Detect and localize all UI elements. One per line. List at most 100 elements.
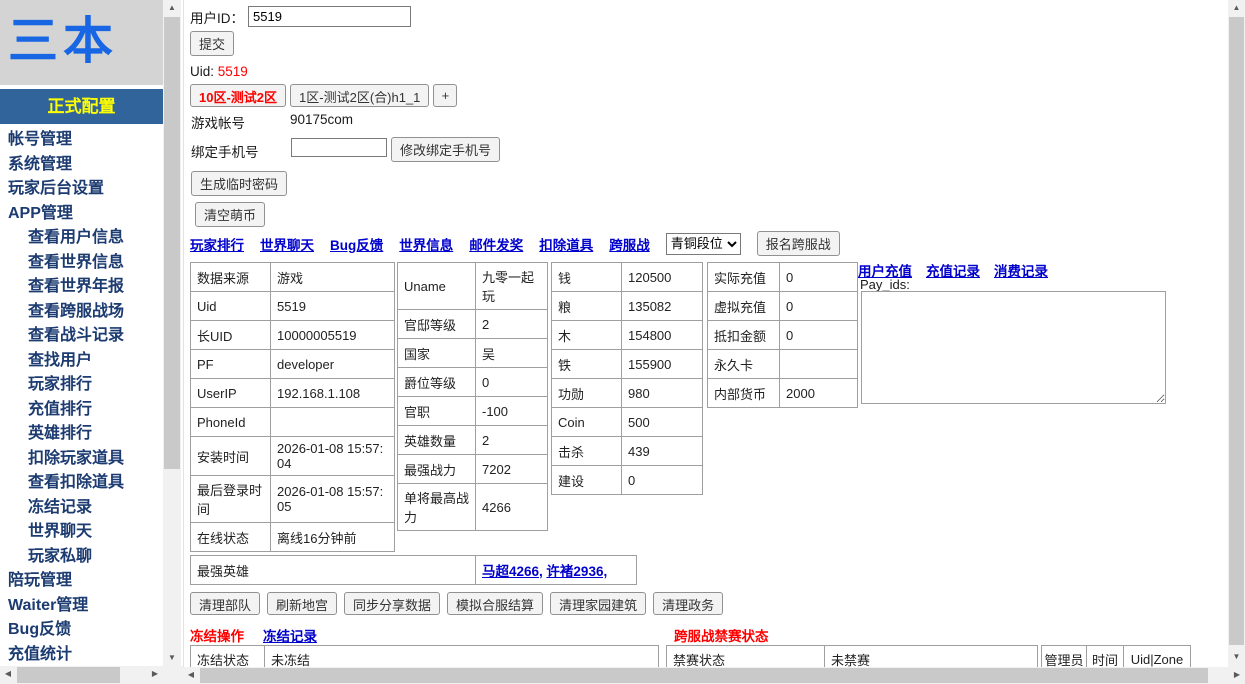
cell-label: 冻结状态: [191, 646, 265, 668]
freeze-section-title: 冻结操作: [190, 625, 244, 645]
quick-link-world-info[interactable]: 世界信息: [399, 234, 453, 254]
scroll-left-icon[interactable]: ◀: [183, 667, 199, 684]
quick-link-bug-feedback[interactable]: Bug反馈: [330, 234, 383, 254]
sidebar-item[interactable]: 英雄排行: [0, 422, 163, 447]
consume-record-link[interactable]: 消费记录: [994, 260, 1048, 280]
sync-share-data-button[interactable]: 同步分享数据: [344, 592, 440, 615]
ban-status-table: 禁赛状态 未禁赛: [666, 645, 1038, 667]
cell-value: 120500: [622, 263, 703, 292]
sidebar-item[interactable]: 查看用户信息: [0, 226, 163, 251]
cell-label: 数据来源: [191, 263, 271, 292]
sidebar-item[interactable]: 陪玩管理: [0, 569, 163, 594]
scroll-right-icon[interactable]: ▶: [1229, 667, 1245, 684]
game-account-label: 游戏帐号: [191, 112, 245, 132]
cell-label: 钱: [552, 263, 622, 292]
sidebar-item[interactable]: 帐号管理: [0, 128, 163, 153]
cell-label: 木: [552, 321, 622, 350]
sidebar-item[interactable]: Bug反馈: [0, 618, 163, 643]
cell-value: 192.168.1.108: [271, 379, 395, 408]
cell-label: PF: [191, 350, 271, 379]
sidebar-item[interactable]: 世界聊天: [0, 520, 163, 545]
cell-label: 击杀: [552, 437, 622, 466]
cell-label: UserIP: [191, 379, 271, 408]
scroll-left-icon[interactable]: ◀: [0, 666, 16, 684]
cell-label: 铁: [552, 350, 622, 379]
signup-cross-server-button[interactable]: 报名跨服战: [757, 231, 840, 256]
screen: 三本 正式配置 帐号管理 系统管理 玩家后台设置 APP管理 查看用户信息 查看…: [0, 0, 1245, 684]
sidebar-item[interactable]: 系统管理: [0, 153, 163, 178]
uid-label: Uid:: [190, 64, 214, 79]
scroll-right-icon[interactable]: ▶: [147, 666, 163, 684]
quick-link-world-chat[interactable]: 世界聊天: [260, 234, 314, 254]
scrollbar-thumb[interactable]: [164, 17, 180, 469]
admin-log-table: 管理员 时间 Uid|Zone: [1041, 645, 1191, 667]
sidebar-item[interactable]: 查看跨服战场: [0, 300, 163, 325]
table-row: 数据来源游戏: [191, 263, 395, 292]
sidebar-item[interactable]: 玩家私聊: [0, 545, 163, 570]
cell-value: 马超4266, 许褚2936,: [476, 556, 637, 585]
scrollbar-thumb[interactable]: [1229, 17, 1244, 645]
sidebar-item[interactable]: 玩家后台设置: [0, 177, 163, 202]
sidebar-item[interactable]: 查看世界信息: [0, 251, 163, 276]
scrollbar-thumb[interactable]: [200, 668, 1208, 683]
cell-value: 154800: [622, 321, 703, 350]
table-row: 单将最高战力4266: [398, 484, 548, 531]
sidebar-menu: 帐号管理 系统管理 玩家后台设置 APP管理 查看用户信息 查看世界信息 查看世…: [0, 124, 163, 674]
sidebar-item[interactable]: 扣除玩家道具: [0, 447, 163, 472]
column-header: 管理员: [1042, 646, 1087, 668]
sidebar-item[interactable]: 查看扣除道具: [0, 471, 163, 496]
table-row: 虚拟充值0: [708, 292, 858, 321]
quick-link-player-rank[interactable]: 玩家排行: [190, 234, 244, 254]
rank-select[interactable]: 青铜段位: [666, 233, 741, 255]
table-row: 最强战力7202: [398, 455, 548, 484]
sidebar-item[interactable]: Waiter管理: [0, 594, 163, 619]
recharge-table: 实际充值0 虚拟充值0 抵扣金额0 永久卡 内部货币2000: [707, 262, 858, 408]
cell-label: Uname: [398, 263, 476, 310]
sidebar-item[interactable]: 查看战斗记录: [0, 324, 163, 349]
freeze-record-link[interactable]: 冻结记录: [263, 625, 317, 645]
cell-value: 0: [622, 466, 703, 495]
cell-label: 最后登录时间: [191, 476, 271, 523]
generate-temp-password-button[interactable]: 生成临时密码: [191, 171, 287, 196]
clear-coin-button[interactable]: 清空萌币: [195, 202, 265, 227]
clear-affairs-button[interactable]: 清理政务: [653, 592, 723, 615]
cell-value: 500: [622, 408, 703, 437]
add-server-tab-button[interactable]: +: [433, 84, 457, 107]
quick-link-cross-server-war[interactable]: 跨服战: [609, 234, 650, 254]
sidebar-item[interactable]: 查找用户: [0, 349, 163, 374]
clear-troops-button[interactable]: 清理部队: [190, 592, 260, 615]
scroll-up-icon[interactable]: ▲: [1228, 0, 1245, 16]
submit-button[interactable]: 提交: [190, 31, 234, 56]
recharge-record-link[interactable]: 充值记录: [926, 260, 980, 280]
cell-value: 7202: [476, 455, 548, 484]
simulate-merge-button[interactable]: 模拟合服结算: [447, 592, 543, 615]
modify-phone-button[interactable]: 修改绑定手机号: [391, 137, 500, 162]
hero-link[interactable]: 许褚2936,: [546, 564, 607, 579]
hero-link[interactable]: 马超4266,: [482, 564, 543, 579]
table-row: 铁155900: [552, 350, 703, 379]
pay-ids-textarea[interactable]: [861, 291, 1166, 404]
scrollbar-thumb[interactable]: [17, 667, 120, 683]
scroll-down-icon[interactable]: ▼: [163, 650, 181, 666]
table-row: 安装时间2026-01-08 15:57:04: [191, 437, 395, 476]
scroll-down-icon[interactable]: ▼: [1228, 649, 1245, 665]
user-id-input[interactable]: [248, 6, 411, 27]
sidebar-item[interactable]: 查看世界年报: [0, 275, 163, 300]
config-env-bar[interactable]: 正式配置: [0, 89, 163, 124]
server-tab[interactable]: 10区-测试2区: [190, 84, 286, 107]
sidebar-item[interactable]: 玩家排行: [0, 373, 163, 398]
quick-link-mail-reward[interactable]: 邮件发奖: [469, 234, 523, 254]
quick-link-deduct-item[interactable]: 扣除道具: [539, 234, 593, 254]
clear-home-buildings-button[interactable]: 清理家园建筑: [550, 592, 646, 615]
refresh-dungeon-button[interactable]: 刷新地宫: [267, 592, 337, 615]
sidebar-item[interactable]: APP管理: [0, 202, 163, 227]
sidebar-item[interactable]: 冻结记录: [0, 496, 163, 521]
sidebar: 三本 正式配置 帐号管理 系统管理 玩家后台设置 APP管理 查看用户信息 查看…: [0, 0, 183, 684]
scroll-up-icon[interactable]: ▲: [163, 0, 181, 16]
server-tab[interactable]: 1区-测试2区(合)h1_1: [290, 84, 429, 107]
bind-phone-input[interactable]: [291, 138, 387, 157]
table-row: 英雄数量2: [398, 426, 548, 455]
sidebar-item[interactable]: 充值统计: [0, 643, 163, 668]
cell-label: 粮: [552, 292, 622, 321]
sidebar-item[interactable]: 充值排行: [0, 398, 163, 423]
